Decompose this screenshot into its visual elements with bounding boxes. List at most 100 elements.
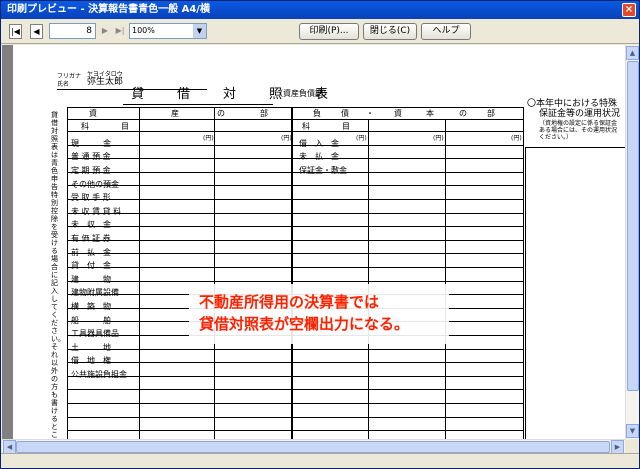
yen-mark-1: (円): [203, 135, 214, 142]
vertical-scrollbar[interactable]: ▲ ▼: [625, 45, 639, 439]
yen-mark-3: (円): [356, 135, 367, 142]
annotation-overlay: 不動産所得用の決算書では 貸借対照表が空欄出力になる。: [189, 284, 449, 344]
assets-header-4: 部: [260, 109, 268, 118]
report-subtitle: （資産負債調）: [275, 89, 331, 98]
liab-header-7: 部: [487, 109, 495, 118]
status-bar: [1, 453, 639, 468]
side-note-line2: 保証金等の運用状況: [539, 109, 621, 119]
table-row-line: [67, 281, 523, 282]
scroll-left-icon[interactable]: ◀: [3, 440, 16, 454]
table-row-line: [67, 430, 523, 431]
close-window-button[interactable]: ×: [622, 3, 636, 17]
report-page: フリガナ ヤヨイタロウ 氏名 弥生太郎 貸 借 対 照 表 （資産負債調） 貸借…: [13, 45, 625, 439]
first-page-button[interactable]: |◀: [9, 24, 22, 39]
asset-item: 借 地 権: [71, 356, 111, 365]
toolbar: |◀ ◀ 8 ▶ ▶| 100% ▼ 印刷(P)... 閉じる(C) ヘルプ: [1, 20, 639, 44]
horizontal-scroll-thumb[interactable]: [16, 441, 610, 453]
table-row-line: [67, 240, 523, 241]
table-top: [67, 107, 523, 108]
asset-item: 公共施設負担金: [71, 370, 127, 379]
preview-viewport: フリガナ ヤヨイタロウ 氏名 弥生太郎 貸 借 対 照 表 （資産負債調） 貸借…: [2, 45, 625, 439]
vertical-note: 貸借対照表は青色申告特別控除を受ける場合に記入してください。それ以外の方も書ける…: [51, 111, 61, 439]
title-underline: [123, 104, 273, 105]
side-box-left: [525, 147, 526, 439]
header-row-line: [67, 119, 523, 120]
window-title: 印刷プレビュー - 決算報告書青色一般 A4/横: [7, 4, 210, 15]
table-row-line: [67, 131, 523, 132]
asset-item: 土 地: [71, 343, 111, 352]
asset-item: 建物附属設備: [71, 288, 119, 297]
annotation-line-1: 不動産所得用の決算書では: [199, 293, 380, 311]
side-note-title: 〇本年中における特殊: [527, 99, 618, 109]
liab-header-5: 本: [426, 109, 434, 118]
close-button[interactable]: 閉じる(C): [363, 23, 417, 40]
table-row-line: [67, 145, 523, 146]
asset-item: 船 舶: [71, 316, 111, 325]
side-box-top: [525, 147, 625, 148]
asset-item: 工具器具備品: [71, 329, 119, 338]
print-preview-window: 印刷プレビュー - 決算報告書青色一般 A4/横 × |◀ ◀ 8 ▶ ▶| 1…: [0, 0, 640, 469]
last-page-button[interactable]: ▶|: [113, 24, 127, 39]
table-row-line: [67, 417, 523, 418]
name-label: 氏名: [57, 81, 70, 88]
prev-page-button[interactable]: ◀: [30, 24, 43, 39]
asset-item: その他の預金: [71, 180, 119, 189]
liab-header-6: の: [459, 109, 467, 118]
asset-item: 定 期 預 金: [71, 166, 111, 175]
yen-mark-2: (円): [281, 135, 292, 142]
page-number-input[interactable]: 8: [49, 23, 96, 39]
furigana-label: フリガナ: [57, 73, 82, 80]
liability-item: 借 入 金: [299, 139, 339, 148]
table-row-line: [67, 376, 523, 377]
table-row-line: [67, 226, 523, 227]
table-row-line: [67, 185, 523, 186]
col-liab-subject: [368, 119, 369, 439]
asset-item: 現 金: [71, 139, 111, 148]
assets-header-1: 資: [89, 109, 97, 118]
help-button[interactable]: ヘルプ: [421, 23, 471, 40]
asset-item: 普 通 預 金: [71, 152, 111, 161]
next-page-button[interactable]: ▶: [99, 24, 111, 39]
asset-item: 建 物: [71, 275, 111, 284]
liability-item: 保証金・敷金: [299, 166, 347, 175]
zoom-select[interactable]: 100% ▼: [129, 23, 207, 39]
table-row-line: [67, 172, 523, 173]
scroll-right-icon[interactable]: ▶: [611, 440, 624, 454]
assets-header-3: の: [217, 109, 225, 118]
table-row-line: [67, 158, 523, 159]
annotation-line-2: 貸借対照表が空欄出力になる。: [199, 315, 410, 333]
col-liab-1: [445, 119, 446, 439]
horizontal-scrollbar[interactable]: ◀ ▶: [2, 439, 625, 454]
liab-header-1: 負: [313, 109, 321, 118]
title-bar: 印刷プレビュー - 決算報告書青色一般 A4/横 ×: [1, 1, 639, 19]
table-row-line: [67, 199, 523, 200]
print-button[interactable]: 印刷(P)...: [299, 23, 359, 40]
table-row-line: [67, 362, 523, 363]
table-row-line: [67, 253, 523, 254]
chevron-down-icon[interactable]: ▼: [193, 24, 206, 38]
assets-header-2: 産: [171, 109, 179, 118]
table-border-right: [523, 107, 524, 439]
liab-header-3: ・: [366, 109, 374, 118]
scroll-down-icon[interactable]: ▼: [626, 424, 639, 438]
asset-item: 構 築 物: [71, 302, 111, 311]
zoom-value: 100%: [132, 26, 155, 35]
vertical-scroll-thumb[interactable]: [627, 61, 639, 391]
table-row-line: [67, 349, 523, 350]
liab-header-4: 資: [394, 109, 402, 118]
asset-item: 未 収 金: [71, 220, 111, 229]
scroll-up-icon[interactable]: ▲: [626, 46, 639, 60]
side-note-small-3: ください。）: [539, 134, 573, 141]
name-value: 弥生太郎: [87, 77, 124, 87]
asset-item: 貸 付 金: [71, 261, 111, 270]
side-note-small-1: （資地権の設定に係る保証金: [539, 120, 618, 127]
asset-item: 受 取 手 形: [71, 193, 111, 202]
asset-item: 未 収 賃 貸 料: [71, 207, 122, 216]
table-row-line: [67, 213, 523, 214]
asset-item: 前 払 金: [71, 248, 111, 257]
table-row-line: [67, 389, 523, 390]
yen-mark-4: (円): [433, 135, 444, 142]
asset-item: 有 価 証 券: [71, 234, 111, 243]
table-row-line: [67, 403, 523, 404]
yen-mark-5: (円): [511, 135, 522, 142]
